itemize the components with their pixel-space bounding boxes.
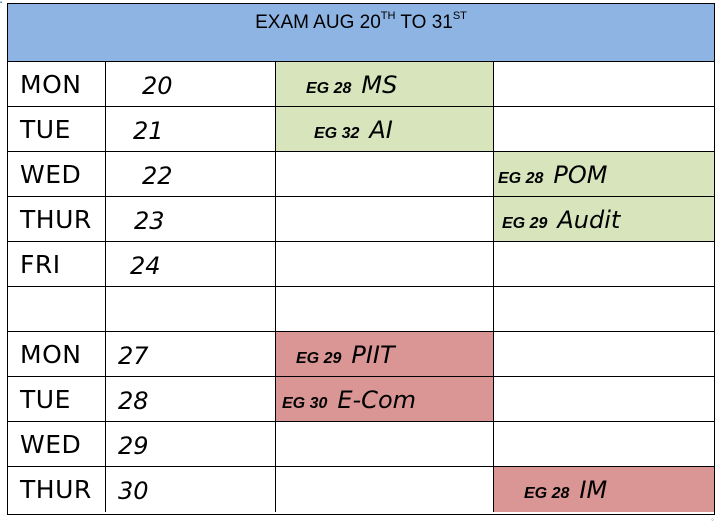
schedule-title: EXAM AUG 20TH TO 31ST	[8, 10, 714, 34]
table-row: WED 29	[8, 422, 714, 467]
exam-entry: EG 28 MS	[306, 71, 397, 99]
day-cell: WED	[8, 152, 106, 196]
exam-cell	[494, 377, 714, 421]
date-cell: 21	[106, 107, 276, 151]
table-row: THUR 23 EG 29 Audit	[8, 197, 714, 242]
day-label: TUE	[20, 115, 71, 144]
exam-entry: EG 29 Audit	[502, 206, 620, 234]
exam-schedule-table: EXAM AUG 20TH TO 31ST MON 20 EG 28 MS TUE…	[7, 3, 715, 515]
day-label: WED	[20, 160, 82, 189]
exam-entry: EG 32 AI	[314, 116, 393, 144]
exam-code: EG 29	[296, 350, 342, 367]
exam-code: EG 30	[282, 395, 328, 412]
date-value: 29	[118, 432, 149, 460]
exam-cell	[276, 467, 494, 512]
exam-cell: EG 29 PIIT	[276, 332, 494, 376]
day-label: MON	[20, 70, 82, 99]
title-prefix: EXAM AUG 20	[255, 12, 381, 33]
title-sup-st: ST	[452, 10, 467, 22]
date-cell: 27	[106, 332, 276, 376]
date-cell: 22	[106, 152, 276, 196]
day-cell	[8, 287, 106, 331]
exam-subject: IM	[579, 476, 608, 504]
exam-subject: MS	[361, 71, 398, 99]
day-label: MON	[20, 340, 82, 369]
title-mid: TO 31	[395, 12, 453, 33]
table-row: TUE 21 EG 32 AI	[8, 107, 714, 152]
exam-code: EG 32	[314, 125, 360, 142]
day-cell: TUE	[8, 107, 106, 151]
move-handle-icon[interactable]: ▪	[0, 0, 6, 6]
exam-cell	[276, 422, 494, 466]
day-label: WED	[20, 430, 82, 459]
exam-entry: EG 28 IM	[524, 476, 607, 504]
exam-code: EG 28	[498, 170, 544, 187]
exam-cell	[276, 197, 494, 241]
title-sup-th: TH	[380, 10, 396, 22]
day-cell: THUR	[8, 467, 106, 512]
date-value: 24	[130, 252, 161, 280]
date-value: 30	[118, 477, 149, 505]
exam-cell	[494, 332, 714, 376]
day-label: THUR	[20, 205, 92, 234]
date-value: 20	[142, 72, 173, 100]
exam-cell: EG 32 AI	[276, 107, 494, 151]
date-cell: 20	[106, 62, 276, 106]
exam-entry: EG 28 POM	[498, 161, 607, 189]
day-label: FRI	[20, 250, 61, 279]
table-row: MON 20 EG 28 MS	[8, 62, 714, 107]
day-cell: FRI	[8, 242, 106, 286]
table-row: FRI 24	[8, 242, 714, 287]
day-label: TUE	[20, 385, 71, 414]
exam-cell: EG 29 Audit	[494, 197, 714, 241]
exam-cell	[276, 242, 494, 286]
exam-cell: EG 28 IM	[494, 467, 714, 512]
date-value: 23	[134, 207, 165, 235]
exam-cell: EG 30 E-Com	[276, 377, 494, 421]
date-cell: 30	[106, 467, 276, 512]
day-cell: TUE	[8, 377, 106, 421]
exam-subject: Audit	[557, 206, 621, 234]
exam-subject: E-Com	[337, 386, 417, 414]
table-row: TUE 28 EG 30 E-Com	[8, 377, 714, 422]
exam-code: EG 28	[524, 485, 570, 502]
day-cell: MON	[8, 332, 106, 376]
exam-cell	[494, 107, 714, 151]
date-value: 22	[142, 162, 173, 190]
exam-code: EG 28	[306, 80, 352, 97]
date-value: 27	[118, 342, 149, 370]
day-label: THUR	[20, 475, 92, 504]
table-row: THUR 30 EG 28 IM	[8, 467, 714, 512]
exam-cell	[494, 62, 714, 106]
exam-entry: EG 30 E-Com	[282, 386, 416, 414]
table-row: MON 27 EG 29 PIIT	[8, 332, 714, 377]
date-cell	[106, 287, 276, 331]
day-cell: MON	[8, 62, 106, 106]
date-cell: 29	[106, 422, 276, 466]
schedule-header: EXAM AUG 20TH TO 31ST	[8, 4, 714, 62]
day-cell: THUR	[8, 197, 106, 241]
exam-entry: EG 29 PIIT	[296, 341, 395, 369]
exam-subject: PIIT	[351, 341, 395, 369]
exam-cell: EG 28 MS	[276, 62, 494, 106]
exam-cell	[494, 422, 714, 466]
exam-subject: AI	[369, 116, 393, 144]
date-cell: 28	[106, 377, 276, 421]
exam-cell: EG 28 POM	[494, 152, 714, 196]
date-value: 28	[118, 387, 149, 415]
exam-subject: POM	[553, 161, 608, 189]
exam-cell	[276, 287, 494, 331]
exam-cell	[494, 242, 714, 286]
date-cell: 24	[106, 242, 276, 286]
day-cell: WED	[8, 422, 106, 466]
date-cell: 23	[106, 197, 276, 241]
table-row: WED 22 EG 28 POM	[8, 152, 714, 197]
exam-code: EG 29	[502, 215, 548, 232]
table-row	[8, 287, 714, 332]
exam-cell	[276, 152, 494, 196]
date-value: 21	[133, 117, 164, 145]
exam-cell	[494, 287, 714, 331]
resize-handle-icon[interactable]: ◦	[711, 516, 719, 524]
